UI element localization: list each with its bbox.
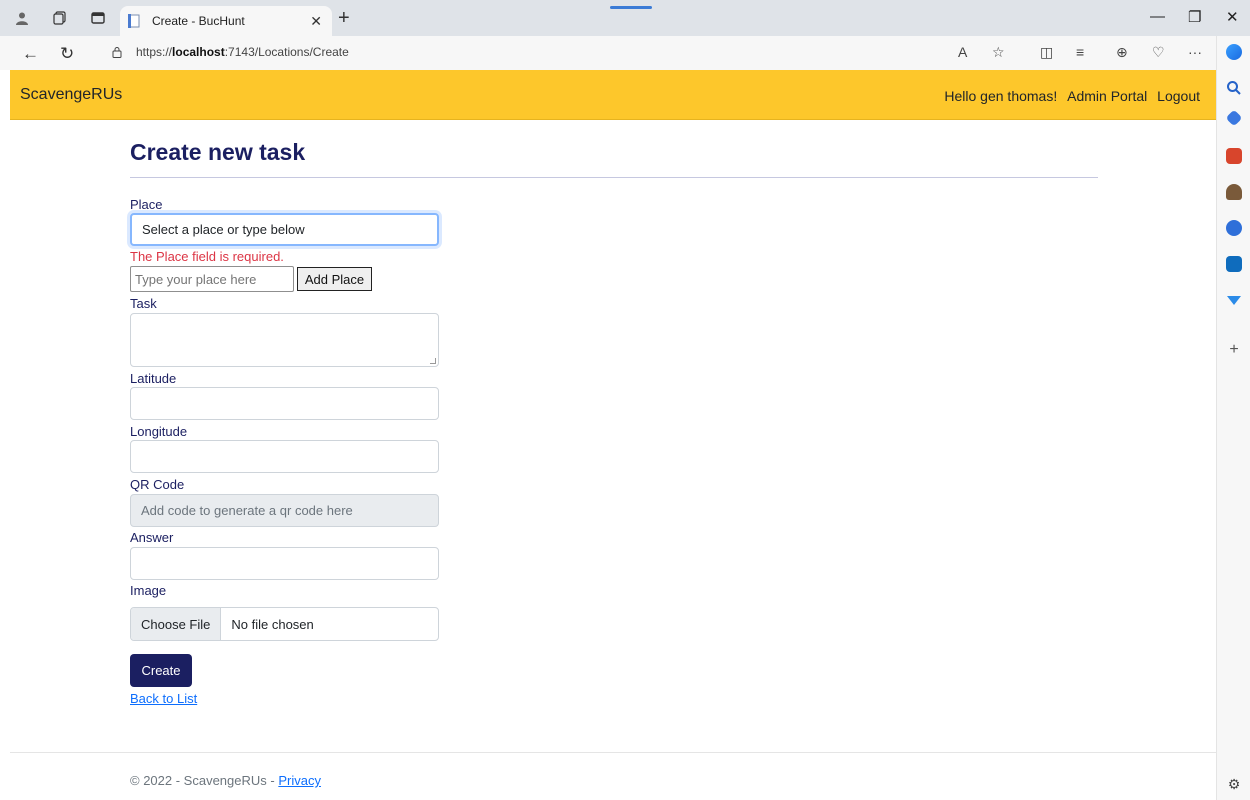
- task-textarea[interactable]: [130, 313, 439, 367]
- browser-essentials-icon[interactable]: ♡: [1152, 44, 1165, 61]
- place-text-input[interactable]: Type your place here: [130, 266, 294, 292]
- url-field[interactable]: https://localhost:7143/Locations/Create: [136, 45, 349, 59]
- outlook-icon[interactable]: [1226, 256, 1242, 272]
- place-select[interactable]: Select a place or type below: [130, 213, 439, 246]
- tools-briefcase-icon[interactable]: [1226, 148, 1242, 164]
- url-prefix: https://: [136, 45, 173, 59]
- window-close-icon[interactable]: ✕: [1226, 8, 1239, 26]
- back-arrow-icon[interactable]: ←: [22, 44, 39, 64]
- page-favicon-icon: [128, 14, 140, 28]
- tab-actions-icon[interactable]: [90, 10, 106, 26]
- choose-file-button[interactable]: Choose File: [131, 608, 222, 640]
- logout-link[interactable]: Logout: [1157, 88, 1200, 104]
- latitude-input[interactable]: [130, 387, 439, 420]
- latitude-label: Latitude: [130, 371, 177, 386]
- task-label: Task: [130, 296, 157, 311]
- place-input-placeholder: Type your place here: [135, 271, 257, 287]
- settings-gear-icon[interactable]: ⚙: [1226, 776, 1242, 792]
- shopping-tag-icon[interactable]: [1225, 109, 1243, 127]
- image-label: Image: [130, 583, 167, 598]
- qr-code-label: QR Code: [130, 477, 185, 492]
- site-navbar: ScavengeRUs Hello gen thomas! Admin Port…: [10, 70, 1216, 120]
- favorites-icon[interactable]: ≡: [1076, 44, 1084, 60]
- add-sidebar-app-icon[interactable]: +: [1226, 342, 1242, 358]
- privacy-link[interactable]: Privacy: [278, 773, 321, 788]
- url-path: :7143/Locations/Create: [224, 45, 349, 59]
- refresh-icon[interactable]: ↻: [60, 44, 74, 64]
- resize-handle-icon[interactable]: [430, 358, 436, 364]
- footer-text: © 2022 - ScavengeRUs - Privacy: [130, 773, 321, 788]
- drop-icon[interactable]: [1226, 292, 1242, 308]
- user-greeting[interactable]: Hello gen thomas!: [944, 88, 1057, 104]
- qr-code-placeholder: Add code to generate a qr code here: [141, 503, 353, 518]
- longitude-input[interactable]: [130, 440, 439, 473]
- tab-title: Create - BucHunt: [152, 14, 245, 28]
- back-to-list-link[interactable]: Back to List: [130, 691, 197, 706]
- lock-icon[interactable]: [112, 46, 122, 58]
- answer-input[interactable]: [130, 547, 439, 580]
- web-page: ScavengeRUs Hello gen thomas! Admin Port…: [10, 70, 1216, 800]
- url-host: localhost: [172, 45, 225, 59]
- copilot-icon[interactable]: [1226, 44, 1242, 60]
- collections-icon[interactable]: [52, 10, 68, 26]
- answer-label: Answer: [130, 530, 174, 545]
- place-select-value: Select a place or type below: [142, 222, 305, 237]
- place-label: Place: [130, 197, 163, 212]
- browser-tab[interactable]: Create - BucHunt ✕: [120, 6, 332, 36]
- split-screen-icon[interactable]: ◫: [1040, 44, 1053, 61]
- copyright-text: © 2022 - ScavengeRUs -: [130, 773, 279, 788]
- browser-tab-bar: Create - BucHunt ✕ + — ❐ ✕: [0, 0, 1250, 36]
- image-file-input[interactable]: Choose File No file chosen: [130, 607, 439, 641]
- tab-close-icon[interactable]: ✕: [310, 13, 322, 30]
- edge-sidebar: + ⚙: [1216, 36, 1250, 800]
- site-brand[interactable]: ScavengeRUs: [20, 86, 122, 104]
- microsoft-365-icon[interactable]: [1226, 220, 1242, 236]
- longitude-label: Longitude: [130, 424, 188, 439]
- file-name-text: No file chosen: [231, 616, 314, 632]
- title-divider: [130, 177, 1098, 178]
- games-icon[interactable]: [1226, 184, 1242, 200]
- add-place-button[interactable]: Add Place: [297, 267, 372, 291]
- place-error-message: The Place field is required.: [130, 249, 284, 264]
- collections-toolbar-icon[interactable]: ⊕: [1116, 44, 1128, 61]
- qr-code-input: Add code to generate a qr code here: [130, 494, 439, 527]
- site-footer: © 2022 - ScavengeRUs - Privacy: [10, 752, 1216, 800]
- profile-icon[interactable]: [14, 10, 30, 26]
- minimize-icon[interactable]: —: [1150, 8, 1165, 25]
- favorite-star-icon[interactable]: ☆: [992, 44, 1005, 61]
- search-icon[interactable]: [1226, 80, 1242, 96]
- admin-portal-link[interactable]: Admin Portal: [1067, 88, 1147, 104]
- new-tab-icon[interactable]: +: [338, 8, 350, 28]
- page-title: Create new task: [130, 139, 306, 165]
- create-button[interactable]: Create: [130, 654, 192, 687]
- restore-icon[interactable]: ❐: [1188, 8, 1201, 26]
- drag-indicator: [610, 6, 652, 9]
- nav-links: Hello gen thomas! Admin Portal Logout: [938, 88, 1200, 104]
- more-menu-icon[interactable]: ···: [1188, 44, 1202, 60]
- read-aloud-icon[interactable]: A: [958, 44, 967, 60]
